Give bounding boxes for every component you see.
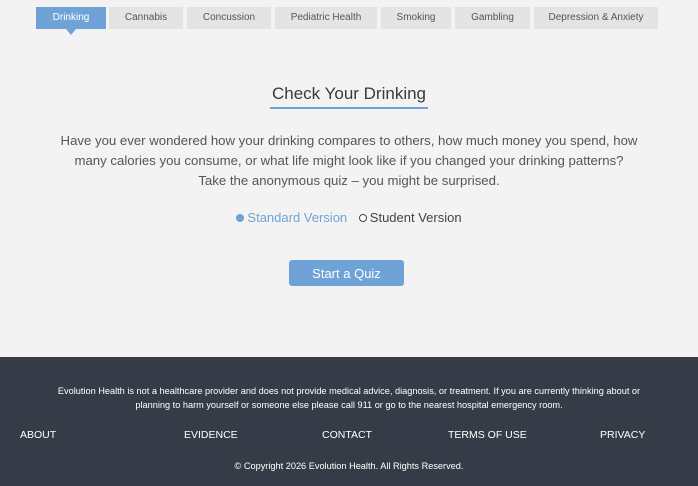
standard-version-option[interactable]: Standard Version [236,210,347,225]
student-version-label: Student Version [369,210,462,225]
tab-gambling[interactable]: Gambling [455,7,530,29]
student-version-option[interactable]: Student Version [358,210,462,225]
standard-version-label: Standard Version [247,210,348,225]
footer-links: ABOUT EVIDENCE CONTACT TERMS OF USE PRIV… [0,429,698,443]
footer-link-contact[interactable]: CONTACT [322,429,372,441]
tab-cannabis[interactable]: Cannabis [109,7,183,29]
version-selector: Standard Version Student Version [0,210,698,225]
footer: Evolution Health is not a healthcare pro… [0,357,698,486]
page-title: Check Your Drinking [269,84,429,109]
footer-link-evidence[interactable]: EVIDENCE [184,429,238,441]
tab-pediatric-health[interactable]: Pediatric Health [275,7,377,29]
intro-description: Have you ever wondered how your drinking… [60,133,638,188]
footer-disclaimer: Evolution Health is not a healthcare pro… [57,386,641,410]
tab-smoking[interactable]: Smoking [381,7,451,29]
tab-concussion[interactable]: Concussion [187,7,271,29]
footer-link-about[interactable]: ABOUT [20,429,56,441]
start-quiz-button[interactable]: Start a Quiz [289,260,404,286]
footer-copyright: © Copyright 2026 Evolution Health. All R… [234,461,464,471]
tab-depression-anxiety[interactable]: Depression & Anxiety [534,7,658,29]
tab-drinking[interactable]: Drinking [36,7,106,35]
footer-link-terms[interactable]: TERMS OF USE [448,429,527,441]
footer-link-privacy[interactable]: PRIVACY [600,429,645,441]
radio-selected-icon [236,214,245,222]
page-title-wrap: Check Your Drinking [0,84,698,109]
page: Drinking Cannabis Concussion Pediatric H… [0,0,698,486]
radio-unselected-icon [358,214,367,222]
